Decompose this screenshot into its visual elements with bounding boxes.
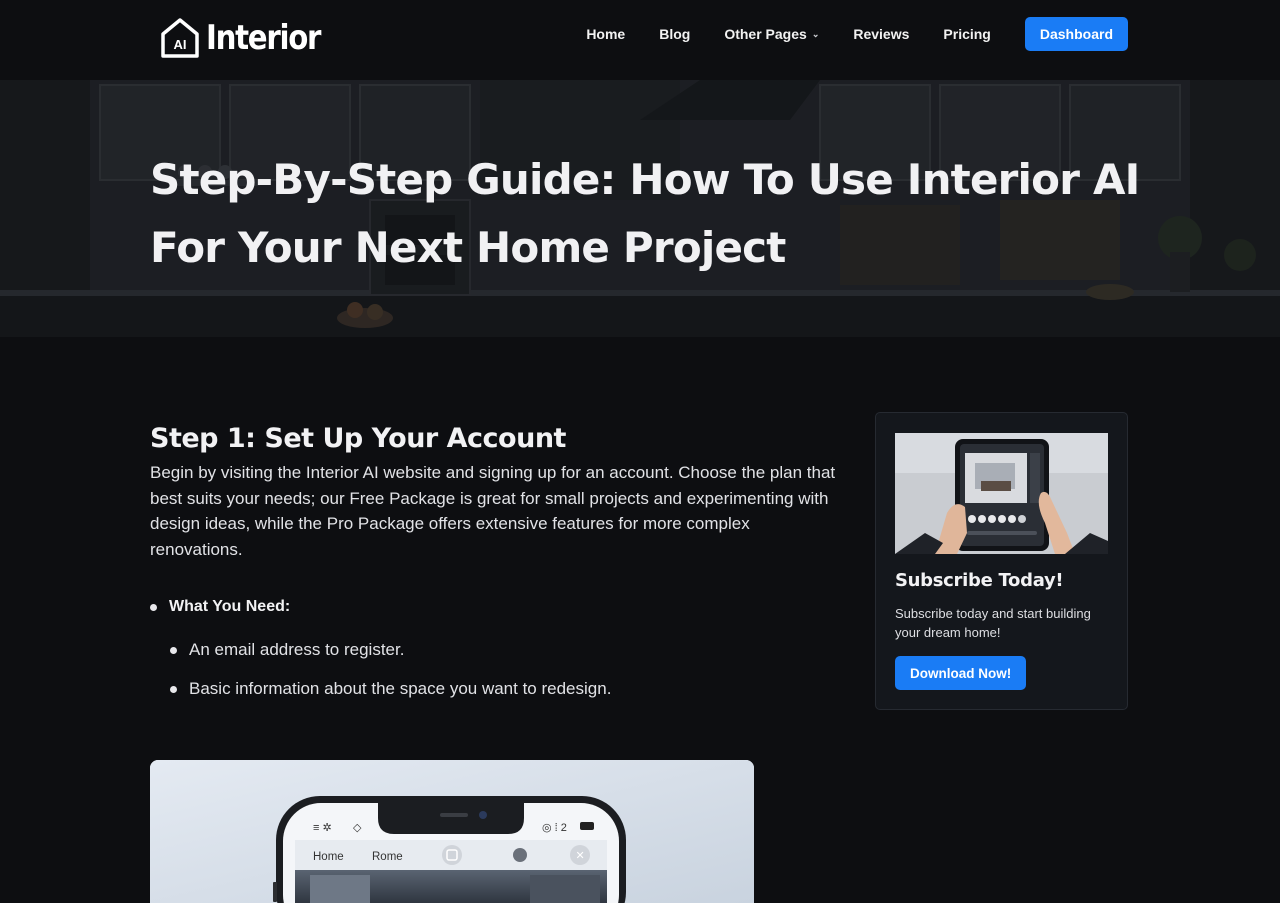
house-logo-icon: AI [160,17,200,59]
list-item-label: An email address to register. [189,640,405,659]
main-nav: Home Blog Other Pages ⌄ Reviews Pricing … [586,17,1128,51]
nav-reviews[interactable]: Reviews [853,26,909,42]
chevron-down-icon: ⌄ [811,28,820,39]
article-body: Step 1: Set Up Your Account Begin by vis… [150,420,840,717]
tablet-app-image [895,433,1108,554]
page-title-line-2: For Your Next Home Project [150,223,786,272]
site-header: AI Interior Home Blog Other Pages ⌄ Revi… [0,0,1280,80]
requirements-heading-label: What You Need: [169,598,291,615]
bullet-icon [170,646,177,654]
nav-blog[interactable]: Blog [659,26,690,42]
phone-tab-home: Home [313,851,344,863]
subscribe-card: Subscribe Today! Subscribe today and sta… [875,412,1128,710]
logo-wordmark: Interior [206,18,321,58]
logo-mark-text: AI [173,37,187,52]
bullet-icon [170,685,177,693]
list-item: An email address to register. [170,639,840,661]
phone-tab-rome: Rome [372,851,403,863]
nav-other-pages-label: Other Pages [724,26,807,42]
page-title-line-1: Step-By-Step Guide: How To Use Interior … [150,155,1140,204]
site-logo[interactable]: AI Interior [160,16,339,60]
list-item-label: Basic information about the space you wa… [189,679,612,698]
bullet-icon [150,603,157,611]
nav-pricing[interactable]: Pricing [943,26,990,42]
requirements-list: What You Need: An email address to regis… [150,598,840,700]
svg-text:◇: ◇ [353,822,362,834]
subscribe-title: Subscribe Today! [895,570,1064,591]
nav-other-pages[interactable]: Other Pages ⌄ [724,26,819,42]
requirements-items: An email address to register. Basic info… [170,639,840,700]
step-heading: Step 1: Set Up Your Account [150,423,566,454]
nav-home[interactable]: Home [586,26,625,42]
page-title: Step-By-Step Guide: How To Use Interior … [150,146,1150,282]
download-now-button[interactable]: Download Now! [895,656,1027,690]
phone-app-illustration: ≡ ✲ ◇ ◎ ⁞ 2 Home Rome ✕ [150,760,754,903]
list-item: Basic information about the space you wa… [170,678,840,700]
requirements-heading: What You Need: [150,598,840,616]
svg-text:≡ ✲: ≡ ✲ [313,822,332,834]
dashboard-button[interactable]: Dashboard [1024,17,1128,51]
svg-text:◎ ⁞ 2: ◎ ⁞ 2 [542,822,567,834]
step-paragraph: Begin by visiting the Interior AI websit… [150,463,836,559]
svg-text:✕: ✕ [576,850,585,862]
subscribe-text: Subscribe today and start building your … [895,606,1091,640]
hero-banner: Step-By-Step Guide: How To Use Interior … [0,80,1280,337]
